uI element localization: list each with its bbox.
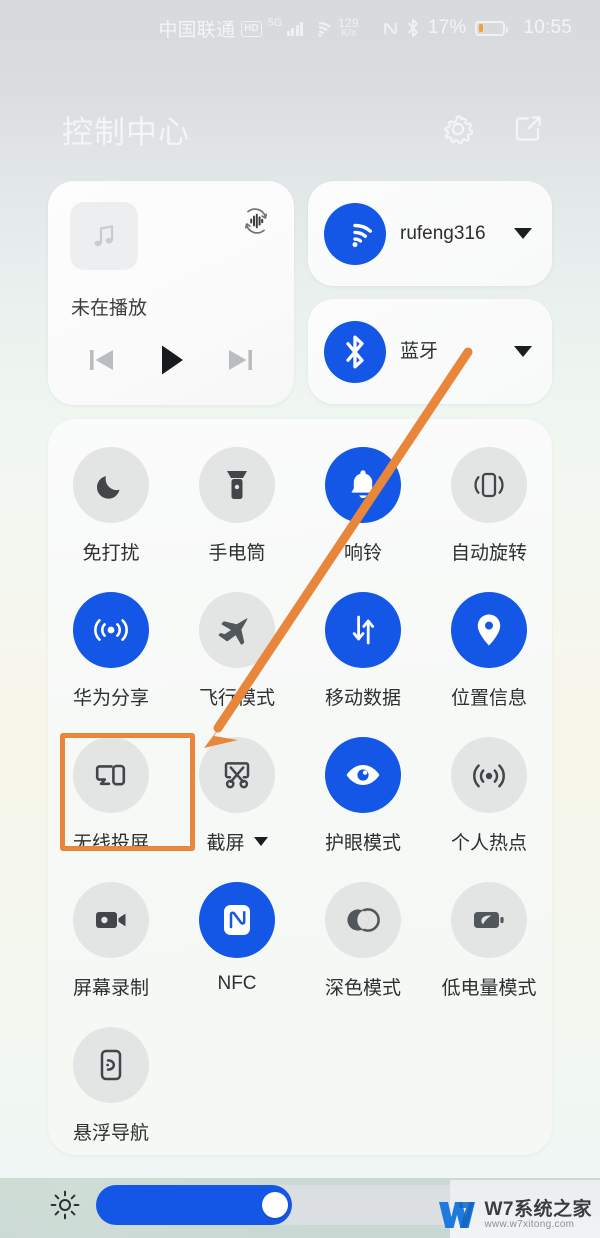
wifi-ssid-label: rufeng316 bbox=[400, 222, 486, 244]
location-pin-icon[interactable] bbox=[451, 592, 527, 668]
toggle-row: 华为分享 飞行模式 移动数据 位置信息 bbox=[48, 592, 552, 737]
toggle-location[interactable]: 位置信息 bbox=[426, 592, 552, 737]
audio-output-icon[interactable] bbox=[238, 203, 274, 239]
screenshot-chevron-down-icon[interactable] bbox=[253, 837, 268, 846]
toggle-wireless-cast[interactable]: 无线投屏 bbox=[48, 737, 174, 882]
toggle-power-save[interactable]: 低电量模式 bbox=[426, 882, 552, 1027]
volte-hd-badge: HD bbox=[241, 21, 262, 37]
toggle-huawei-share[interactable]: 华为分享 bbox=[48, 592, 174, 737]
carrier-name: 中国联通 bbox=[158, 19, 236, 41]
bluetooth-icon bbox=[406, 18, 420, 38]
play-icon[interactable] bbox=[147, 338, 195, 382]
toggle-label: 飞行模式 bbox=[198, 688, 275, 709]
toggle-mobile-data[interactable]: 移动数据 bbox=[300, 592, 426, 737]
watermark-title: W7系统之家 bbox=[484, 1198, 592, 1220]
toggle-dnd[interactable]: 免打扰 bbox=[48, 447, 174, 592]
wifi-chevron-down-icon[interactable] bbox=[514, 228, 532, 239]
toggle-eye-comfort[interactable]: 护眼模式 bbox=[300, 737, 426, 882]
toggle-label: 位置信息 bbox=[450, 688, 527, 709]
network-generation-label: 5G bbox=[267, 17, 283, 29]
toggle-label: 免打扰 bbox=[82, 543, 140, 564]
rotate-icon[interactable] bbox=[451, 447, 527, 523]
toggle-label: 护眼模式 bbox=[324, 833, 401, 854]
toggle-label: 低电量模式 bbox=[441, 978, 537, 999]
media-player-card[interactable]: 未在播放 bbox=[48, 181, 294, 405]
status-clock: 10:55 bbox=[523, 17, 572, 38]
wifi-card[interactable]: rufeng316 bbox=[308, 181, 552, 286]
bluetooth-label: 蓝牙 bbox=[400, 340, 439, 362]
network-speed-unit: K/s bbox=[340, 28, 357, 39]
toggle-label: 移动数据 bbox=[324, 688, 401, 709]
next-track-icon[interactable] bbox=[216, 338, 264, 382]
bell-icon[interactable] bbox=[325, 447, 401, 523]
toggle-floating-nav[interactable]: 悬浮导航 bbox=[48, 1027, 174, 1172]
toggle-label: 深色模式 bbox=[324, 978, 401, 999]
media-controls bbox=[48, 333, 294, 387]
eye-icon[interactable] bbox=[325, 737, 401, 813]
toggle-label: 华为分享 bbox=[72, 688, 149, 709]
quick-toggles-panel: 免打扰 手电筒 响铃 自动旋转 华为分享 飞行模式 移动数据 位置信息 无线投屏… bbox=[48, 419, 552, 1155]
connectivity-cards: rufeng316 蓝牙 bbox=[308, 181, 552, 405]
data-arrows-icon[interactable] bbox=[325, 592, 401, 668]
music-note-icon bbox=[70, 202, 138, 270]
signal-bars-icon bbox=[286, 21, 304, 36]
battery-percent: 17% bbox=[427, 17, 467, 38]
toggle-flashlight[interactable]: 手电筒 bbox=[174, 447, 300, 592]
toggle-label: 个人热点 bbox=[450, 833, 527, 854]
battery-icon bbox=[475, 20, 509, 36]
toggle-dark-mode[interactable]: 深色模式 bbox=[300, 882, 426, 1027]
toggle-label: 响铃 bbox=[343, 543, 382, 564]
wifi-status-icon bbox=[309, 20, 331, 37]
top-cards-row: 未在播放 rufeng316 蓝牙 bbox=[48, 181, 552, 405]
control-center-header: 控制中心 bbox=[0, 96, 600, 162]
toggle-label: 无线投屏 bbox=[72, 833, 149, 854]
battery-leaf-icon[interactable] bbox=[451, 882, 527, 958]
toggle-nfc[interactable]: NFC bbox=[174, 882, 300, 1027]
flashlight-icon[interactable] bbox=[199, 447, 275, 523]
edit-square-icon[interactable] bbox=[506, 107, 550, 151]
brightness-sun-icon bbox=[48, 1188, 82, 1222]
watermark-url: www.w7xitong.com bbox=[484, 1218, 575, 1230]
watermark: W7系统之家 www.w7xitong.com bbox=[437, 1198, 592, 1232]
airplane-icon[interactable] bbox=[199, 592, 275, 668]
toggle-screenshot[interactable]: 截屏 bbox=[174, 737, 300, 882]
toggle-hotspot[interactable]: 个人热点 bbox=[426, 737, 552, 882]
toggle-label: 屏幕录制 bbox=[72, 978, 149, 999]
contrast-icon[interactable] bbox=[325, 882, 401, 958]
wifi-icon[interactable] bbox=[324, 202, 386, 265]
screencast-icon[interactable] bbox=[73, 737, 149, 813]
floating-nav-icon[interactable] bbox=[73, 1027, 149, 1103]
toggle-ringer[interactable]: 响铃 bbox=[300, 447, 426, 592]
network-speed-indicator: 129 K/s bbox=[338, 17, 359, 39]
toggle-label: 手电筒 bbox=[208, 543, 266, 564]
bluetooth-card[interactable]: 蓝牙 bbox=[308, 299, 552, 404]
nfc-icon bbox=[381, 19, 400, 38]
toggle-autorotate[interactable]: 自动旋转 bbox=[426, 447, 552, 592]
toggle-row: 免打扰 手电筒 响铃 自动旋转 bbox=[48, 447, 552, 592]
w7-logo-icon bbox=[439, 1202, 476, 1228]
toggle-row: 无线投屏 截屏 护眼模式 个人热点 bbox=[48, 737, 552, 882]
toggle-airplane[interactable]: 飞行模式 bbox=[174, 592, 300, 737]
previous-track-icon[interactable] bbox=[78, 338, 126, 382]
share-waves-icon[interactable] bbox=[73, 592, 149, 668]
toggle-label: 自动旋转 bbox=[450, 543, 527, 564]
nfc-icon[interactable] bbox=[199, 882, 275, 958]
toggle-screen-record[interactable]: 屏幕录制 bbox=[48, 882, 174, 1027]
toggle-row: 屏幕录制 NFC 深色模式 低电量模式 bbox=[48, 882, 552, 1027]
moon-icon[interactable] bbox=[73, 447, 149, 523]
hotspot-icon[interactable] bbox=[451, 737, 527, 813]
bluetooth-chevron-down-icon[interactable] bbox=[514, 346, 532, 357]
toggle-row: 悬浮导航 bbox=[48, 1027, 552, 1172]
toggle-label: 截屏 bbox=[206, 828, 268, 855]
status-bar: 中国联通 HD 5G 129 K/s 17% 10:55 bbox=[0, 0, 600, 56]
video-camera-icon[interactable] bbox=[73, 882, 149, 958]
scissors-icon[interactable] bbox=[199, 737, 275, 813]
page-title: 控制中心 bbox=[62, 114, 190, 150]
toggle-label: 悬浮导航 bbox=[72, 1123, 149, 1144]
gear-icon[interactable] bbox=[436, 107, 480, 151]
toggle-label: NFC bbox=[217, 973, 257, 994]
bluetooth-icon[interactable] bbox=[324, 320, 386, 383]
brightness-slider-knob[interactable] bbox=[262, 1192, 289, 1218]
media-title: 未在播放 bbox=[71, 298, 148, 319]
